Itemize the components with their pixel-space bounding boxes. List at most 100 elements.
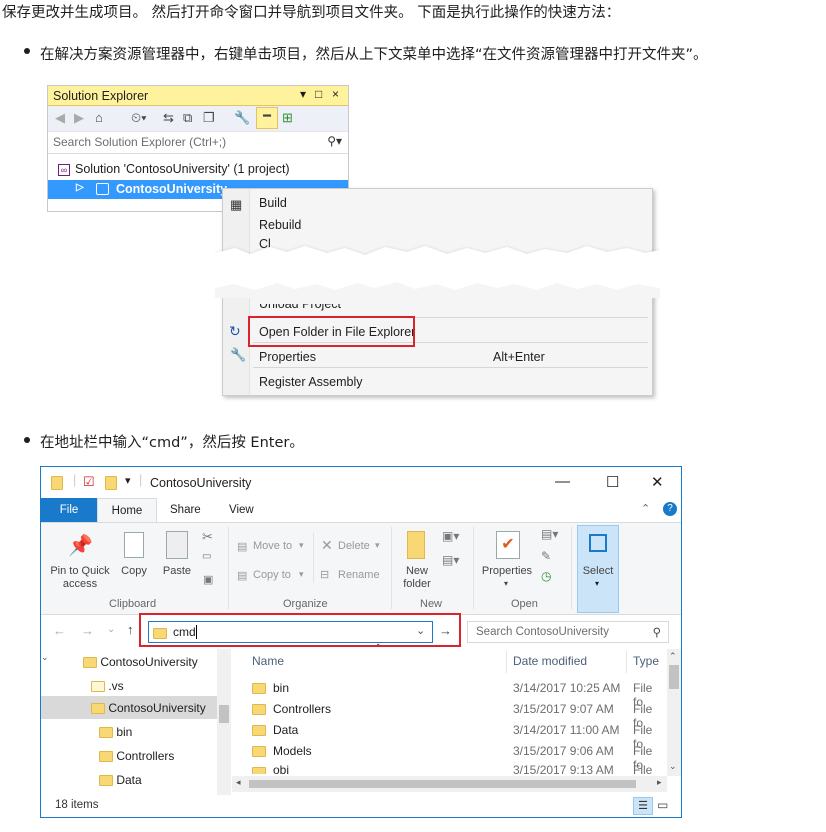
menu-item-properties[interactable]: Properties xyxy=(259,350,316,364)
group-clipboard: Clipboard xyxy=(109,598,157,610)
collapse-icon[interactable]: ⧉ xyxy=(183,110,192,126)
menu-item-rebuild[interactable]: Rebuild xyxy=(259,218,301,232)
select-button[interactable]: Select ▾ xyxy=(577,525,619,613)
tree-item[interactable]: Controllers xyxy=(99,749,174,763)
folder-icon xyxy=(51,475,63,490)
scroll-right-icon[interactable]: ▸ xyxy=(657,777,662,788)
properties-button[interactable]: Properties xyxy=(477,565,537,577)
history-icon[interactable]: ◷ xyxy=(541,569,551,583)
tree-item-label: .vs xyxy=(108,679,124,693)
new-folder-icon[interactable] xyxy=(105,475,117,490)
tree-item[interactable]: Data xyxy=(99,773,142,787)
column-divider xyxy=(626,651,627,673)
build-icon: ▦ xyxy=(230,197,243,212)
folder-icon xyxy=(252,746,266,758)
move-to-button[interactable]: Move to xyxy=(253,540,292,552)
search-input[interactable]: Search ContosoUniversity ⚲ xyxy=(467,621,669,643)
ribbon-separator xyxy=(473,527,474,609)
back-icon[interactable]: ← xyxy=(53,623,66,638)
dropdown-icon[interactable]: ▾ xyxy=(300,87,306,101)
tab-file[interactable]: File xyxy=(41,498,97,522)
ribbon-separator xyxy=(313,533,314,583)
column-name[interactable]: Name xyxy=(252,654,284,668)
search-placeholder: Search ContosoUniversity xyxy=(476,626,609,638)
forward-icon[interactable]: ▶ xyxy=(74,110,84,126)
tab-share[interactable]: Share xyxy=(170,498,201,522)
table-row[interactable]: Data 3/14/2017 11:00 AM File fo xyxy=(252,723,662,751)
tree-item[interactable]: ContosoUniversity xyxy=(83,655,198,669)
edit-icon[interactable]: ✎ xyxy=(541,549,551,563)
copy-to-icon: ▤ xyxy=(237,570,248,582)
paste-shortcut-icon[interactable]: ▣ xyxy=(203,573,213,586)
table-row[interactable]: Controllers 3/15/2017 9:07 AM File fo xyxy=(252,702,662,730)
history-icon[interactable]: ⏲▾ xyxy=(131,110,147,126)
details-view-icon[interactable]: ☰ xyxy=(633,797,653,815)
vertical-scrollbar-thumb[interactable] xyxy=(669,665,679,689)
scroll-down-icon[interactable]: ⌄ xyxy=(669,761,677,772)
chevron-up-icon[interactable]: ⌃ xyxy=(641,502,650,515)
row-name: obj xyxy=(273,765,290,774)
select-label: Select xyxy=(582,565,614,577)
expand-arrow-icon[interactable]: ▷ xyxy=(76,182,84,193)
properties-check-icon[interactable]: ☑ xyxy=(83,474,95,490)
home-icon[interactable]: ⌂ xyxy=(95,110,103,125)
help-icon[interactable]: ? xyxy=(663,502,677,516)
horizontal-scrollbar-thumb[interactable] xyxy=(249,780,636,788)
menu-item-register-assembly[interactable]: Register Assembly xyxy=(259,375,363,389)
scroll-left-icon[interactable]: ◂ xyxy=(236,777,241,788)
bullet-dot xyxy=(24,437,30,443)
rename-button[interactable]: Rename xyxy=(338,569,380,581)
tree-item[interactable]: ContosoUniversity xyxy=(91,701,206,715)
tab-view[interactable]: View xyxy=(229,498,254,522)
minimize-icon[interactable]: — xyxy=(555,473,570,490)
preview-icon[interactable]: ━ xyxy=(256,107,278,129)
menu-item-build[interactable]: Build xyxy=(259,196,287,210)
tree-scrollbar-thumb[interactable] xyxy=(219,705,229,723)
tab-home[interactable]: Home xyxy=(97,498,157,523)
separator: | xyxy=(139,473,143,487)
table-row[interactable]: bin 3/14/2017 10:25 AM File fo xyxy=(252,681,662,709)
tree-item[interactable]: .vs xyxy=(91,679,124,693)
scroll-up-icon[interactable]: ⌃ xyxy=(669,651,677,662)
new-folder-icon xyxy=(407,531,425,559)
forward-icon[interactable]: → xyxy=(81,623,94,638)
column-type[interactable]: Type xyxy=(633,654,659,668)
pin-quick-access-button[interactable]: Pin to Quick access xyxy=(45,565,115,591)
table-row[interactable]: obj 3/15/2017 9:13 AM File fo xyxy=(252,765,662,774)
copy-button[interactable]: Copy xyxy=(119,565,149,577)
qat-dropdown-icon[interactable]: ▾ xyxy=(125,474,131,487)
maximize-icon[interactable]: □ xyxy=(315,87,322,101)
file-list: ⌃ Name Date modified Type bin 3/14/2017 … xyxy=(232,643,681,795)
cut-icon[interactable]: ✂ xyxy=(202,529,213,545)
tree-item[interactable]: bin xyxy=(99,725,132,739)
table-row[interactable]: Models 3/15/2017 9:06 AM File fo xyxy=(252,744,662,772)
ribbon: 📌 Pin to Quick access Copy Paste ✂ ▭ ▣ C… xyxy=(41,522,681,615)
back-icon[interactable]: ◀ xyxy=(55,110,65,126)
project-label: ContosoUniversity xyxy=(116,182,228,196)
copy-to-button[interactable]: Copy to xyxy=(253,569,291,581)
close-icon[interactable]: ✕ xyxy=(651,473,664,491)
copy-path-icon[interactable]: ▭ xyxy=(202,551,211,562)
search-icon[interactable]: ⚲▾ xyxy=(327,134,342,148)
close-icon[interactable]: × xyxy=(332,87,339,101)
new-item-icon[interactable]: ▣▾ xyxy=(442,529,459,543)
maximize-icon[interactable]: ☐ xyxy=(606,473,619,491)
ribbon-separator xyxy=(391,527,392,609)
wrench-icon[interactable]: 🔧 xyxy=(234,110,250,126)
class-diagram-icon[interactable]: ⊞ xyxy=(282,110,293,126)
delete-button[interactable]: Delete xyxy=(338,540,370,552)
column-date[interactable]: Date modified xyxy=(513,654,587,668)
copy-icon[interactable]: ❐ xyxy=(203,110,215,126)
solution-row[interactable]: ∞ Solution 'ContosoUniversity' (1 project… xyxy=(58,162,290,176)
scroll-down-icon[interactable]: ⌄ xyxy=(41,652,49,662)
large-icons-view-icon[interactable]: ▭ xyxy=(657,798,668,812)
sync-icon[interactable]: ⇆ xyxy=(163,110,174,126)
solution-search-input[interactable]: Search Solution Explorer (Ctrl+;) ⚲▾ xyxy=(48,132,348,154)
open-icon[interactable]: ▤▾ xyxy=(541,527,558,541)
paste-button[interactable]: Paste xyxy=(159,565,195,577)
easy-access-icon[interactable]: ▤▾ xyxy=(442,553,459,567)
up-icon[interactable]: ↑ xyxy=(127,622,134,637)
new-folder-button[interactable]: New folder xyxy=(397,565,437,591)
menu-item-unload-project[interactable]: Unload Project xyxy=(259,304,341,311)
recent-dropdown-icon[interactable]: ⌄ xyxy=(107,624,115,635)
